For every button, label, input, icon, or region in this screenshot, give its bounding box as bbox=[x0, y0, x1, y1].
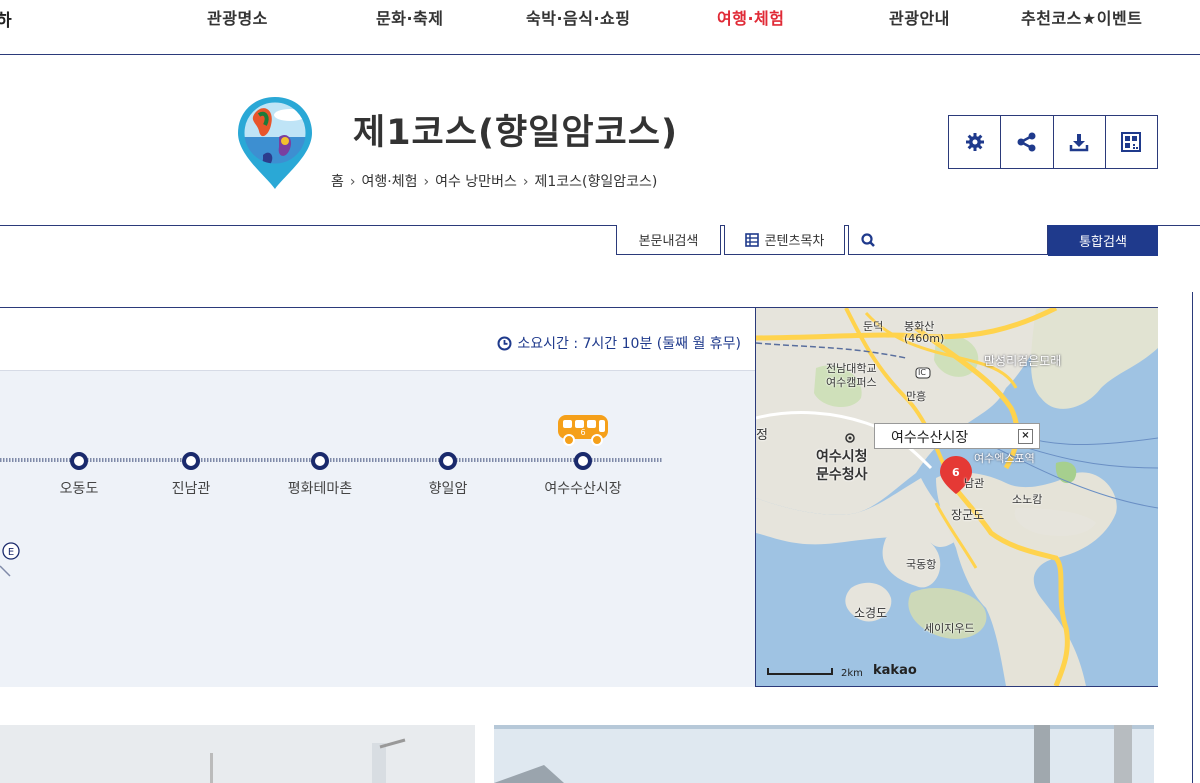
settings-button[interactable] bbox=[949, 116, 1002, 168]
stop-label[interactable]: 평화테마촌 bbox=[288, 478, 352, 498]
map-label: 둔덕 bbox=[863, 320, 884, 333]
nav-item-travel-experience[interactable]: 여행·체험 bbox=[717, 5, 784, 29]
map-brand-logo: kakao bbox=[873, 663, 917, 678]
map-label: 장군도 bbox=[951, 508, 985, 522]
map-label: IC bbox=[918, 368, 926, 377]
route-map[interactable]: 둔덕 봉화산 (460m) 만성리검은모래 전남대학교 여수캠퍼스 IC 만흥 … bbox=[755, 308, 1158, 686]
breadcrumb-home[interactable]: 홈 bbox=[331, 174, 344, 190]
share-icon bbox=[1017, 132, 1036, 152]
share-button[interactable] bbox=[1001, 116, 1054, 168]
integrated-search-button[interactable]: 통합검색 bbox=[1048, 225, 1158, 256]
search-icon bbox=[861, 233, 875, 247]
map-label: 정 bbox=[756, 428, 768, 443]
duration-text: 소요시간 : 7시간 10분 (둘째 월 휴무) bbox=[517, 336, 741, 352]
stop-marker[interactable] bbox=[182, 452, 200, 470]
breadcrumb-travel-experience[interactable]: 여행·체험 bbox=[362, 174, 418, 190]
nav-item-recommended-course-event[interactable]: 추천코스★이벤트 bbox=[1021, 5, 1142, 29]
page-title: 제1코스(향일암코스) bbox=[353, 113, 678, 153]
breadcrumb: 홈 › 여행·체험 › 여수 낭만버스 › 제1코스(향일암코스) bbox=[331, 171, 657, 191]
course-photo[interactable] bbox=[494, 725, 1154, 783]
download-button[interactable] bbox=[1054, 116, 1106, 168]
chevron-right-icon: › bbox=[349, 174, 356, 190]
route-panel: 소요시간 : 7시간 10분 (둘째 월 휴무) 6 오동도 진남관 평화테마촌… bbox=[0, 307, 1158, 687]
qr-code-button[interactable] bbox=[1106, 116, 1157, 168]
course-pin-icon bbox=[238, 97, 312, 189]
end-marker-label: E bbox=[8, 547, 14, 558]
list-icon bbox=[744, 232, 759, 247]
course-photo[interactable] bbox=[0, 725, 475, 783]
map-label: 세이지우드 bbox=[924, 622, 975, 635]
stop-marker-current[interactable] bbox=[574, 452, 592, 470]
stop-label[interactable]: 진남관 bbox=[172, 478, 211, 498]
photo-image bbox=[494, 725, 1154, 783]
nav-item-stay-food-shopping[interactable]: 숙박·음식·쇼핑 bbox=[526, 5, 630, 29]
side-panel-edge bbox=[1192, 292, 1200, 783]
qr-code-icon bbox=[1121, 132, 1142, 152]
map-marker-number[interactable]: 6 bbox=[952, 466, 960, 479]
map-label: 여수캠퍼스 bbox=[826, 376, 877, 389]
breadcrumb-romantic-bus[interactable]: 여수 낭만버스 bbox=[435, 174, 517, 190]
toc-label: 콘텐츠목차 bbox=[764, 234, 825, 249]
map-scale: 2km bbox=[841, 668, 863, 679]
chevron-right-icon: › bbox=[522, 174, 529, 190]
photo-image bbox=[0, 725, 475, 783]
map-label: 남관 bbox=[964, 477, 985, 490]
map-label: 여수엑스포역 bbox=[974, 452, 1035, 465]
nav-item-tour-info[interactable]: 관광안내 bbox=[889, 5, 950, 29]
close-icon[interactable]: × bbox=[1018, 429, 1033, 444]
stop-label[interactable]: 오동도 bbox=[60, 478, 99, 498]
map-label: 소경도 bbox=[854, 606, 888, 620]
map-label: (460m) bbox=[904, 332, 945, 345]
bus-icon: 6 bbox=[558, 415, 608, 446]
nav-item-culture-festival[interactable]: 문화·축제 bbox=[376, 5, 443, 29]
download-icon bbox=[1069, 134, 1089, 152]
duration-info: 소요시간 : 7시간 10분 (둘째 월 휴무) bbox=[497, 333, 741, 353]
nav-item-cut[interactable]: 하 bbox=[0, 6, 12, 31]
bus-number: 6 bbox=[580, 428, 585, 437]
map-label: 여수시청 bbox=[816, 449, 868, 465]
body-search-button[interactable]: 본문내검색 bbox=[616, 225, 721, 255]
gear-icon bbox=[965, 133, 984, 151]
stop-marker[interactable] bbox=[311, 452, 329, 470]
route-diagram: 6 오동도 진남관 평화테마촌 향일암 여수수산시장 E bbox=[0, 371, 755, 687]
nav-item-attractions[interactable]: 관광명소 bbox=[207, 5, 268, 29]
clock-icon bbox=[497, 336, 512, 350]
map-label: 만흥 bbox=[906, 390, 927, 403]
map-info-window: 여수수산시장 × bbox=[874, 423, 1040, 449]
toc-button[interactable]: 콘텐츠목차 bbox=[724, 225, 845, 255]
map-label: 국동항 bbox=[906, 558, 937, 571]
end-marker-icon: E bbox=[2, 542, 20, 560]
route-header: 소요시간 : 7시간 10분 (둘째 월 휴무) bbox=[0, 308, 755, 371]
info-window-title: 여수수산시장 bbox=[891, 430, 969, 446]
map-label: 문수청사 bbox=[816, 467, 868, 483]
search-input[interactable] bbox=[848, 225, 1048, 255]
stop-marker[interactable] bbox=[439, 452, 457, 470]
stop-label[interactable]: 향일암 bbox=[429, 478, 468, 498]
map-label: 소노캄 bbox=[1012, 493, 1043, 506]
stop-marker[interactable] bbox=[70, 452, 88, 470]
stop-label[interactable]: 여수수산시장 bbox=[544, 478, 621, 498]
route-line bbox=[0, 458, 662, 577]
map-label: 만성리검은모래 bbox=[984, 354, 1062, 368]
breadcrumb-current: 제1코스(향일암코스) bbox=[534, 174, 658, 190]
page-tools bbox=[948, 115, 1158, 169]
title-section: 제1코스(향일암코스) 홈 › 여행·체험 › 여수 낭만버스 › 제1코스(향일암코스) bbox=[0, 55, 1200, 226]
chevron-right-icon: › bbox=[423, 174, 430, 190]
top-navigation: 하 관광명소 문화·축제 숙박·음식·쇼핑 여행·체험 관광안내 추천코스★이벤… bbox=[0, 0, 1200, 55]
